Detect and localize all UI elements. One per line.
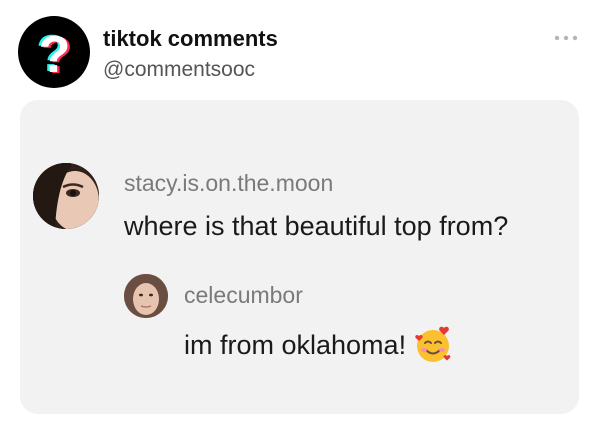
reply-photo-icon	[124, 274, 168, 318]
account-avatar[interactable]: ? ? ?	[18, 16, 90, 88]
reply-username[interactable]: celecumbor	[184, 282, 303, 309]
reply-avatar[interactable]	[124, 274, 168, 318]
commenter-username[interactable]: stacy.is.on.the.moon	[124, 170, 333, 197]
smiling-face-with-hearts-icon	[415, 326, 451, 362]
reply-line: im from oklahoma!	[184, 325, 452, 365]
more-dots-icon[interactable]	[553, 34, 579, 42]
account-name[interactable]: tiktok comments	[103, 26, 278, 52]
tweet-post: ? ? ? tiktok comments @commentsooc stacy…	[0, 0, 599, 431]
reply-text: im from oklahoma!	[184, 329, 407, 360]
account-handle[interactable]: @commentsooc	[103, 58, 255, 82]
comment-screenshot-card	[20, 100, 579, 414]
tiktok-question-mark-icon: ? ? ?	[36, 25, 73, 85]
commenter-avatar[interactable]	[33, 163, 99, 229]
svg-text:?: ?	[39, 26, 71, 84]
comment-text: where is that beautiful top from?	[124, 211, 509, 241]
commenter-photo-icon	[33, 163, 99, 229]
